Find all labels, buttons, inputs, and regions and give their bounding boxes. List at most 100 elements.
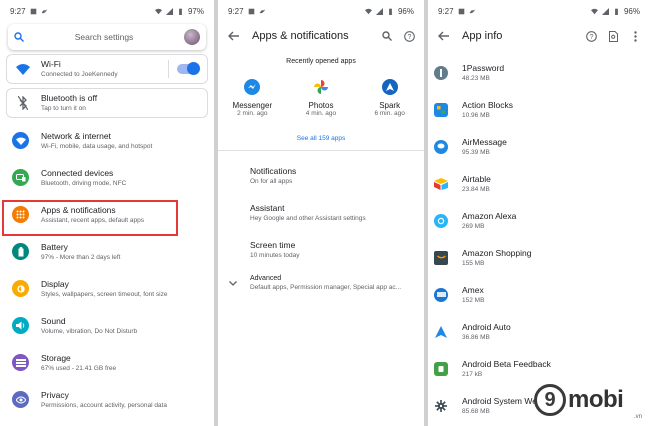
help-icon[interactable]: ?	[584, 29, 598, 43]
recent-app-messenger[interactable]: Messenger 2 min. ago	[222, 79, 282, 117]
alexa-icon	[434, 213, 448, 228]
avatar[interactable]	[184, 29, 200, 45]
1password-icon	[434, 65, 448, 80]
amex-icon	[434, 287, 448, 302]
recent-app-name: Spark	[379, 101, 401, 110]
wifi-toggle[interactable]	[177, 62, 200, 75]
app-size: 36.86 MB	[462, 333, 490, 341]
twitter-icon	[469, 8, 475, 13]
search-bar[interactable]: Search settings	[8, 24, 206, 50]
wifi-subtitle: Connected to JoeKennedy	[41, 71, 118, 78]
settings-item-storage[interactable]: Storage 67% used - 21.41 GB free	[0, 344, 214, 381]
bluetooth-off-icon	[15, 95, 31, 111]
android-auto-icon	[434, 325, 448, 339]
assistant-row[interactable]: Assistant Hey Google and other Assistant…	[218, 194, 424, 231]
privacy-icon	[12, 391, 29, 408]
bluetooth-card[interactable]: Bluetooth is off Tap to turn it on	[6, 88, 208, 118]
status-time: 9:27	[438, 6, 454, 16]
wifi-status-icon	[154, 8, 162, 14]
app-bar: App info ?	[428, 22, 650, 50]
item-subtitle: 97% - More than 2 days left	[41, 253, 121, 261]
back-arrow-icon[interactable]	[436, 29, 450, 43]
settings-item-privacy[interactable]: Privacy Permissions, account activity, pe…	[0, 381, 214, 418]
app-name: Airtable	[462, 173, 491, 184]
settings-item-sound[interactable]: Sound Volume, vibration, Do Not Disturb	[0, 307, 214, 344]
battery-percent: 97%	[187, 6, 204, 16]
notification-icon	[248, 8, 254, 14]
app-list: 1Password 48.23 MB Action Blocks 10.96 MB …	[428, 54, 650, 424]
app-row-airtable[interactable]: Airtable 23.84 MB	[428, 165, 650, 202]
battery-status-icon	[615, 8, 618, 15]
wifi-title: Wi-Fi	[41, 59, 61, 69]
screen-time-row[interactable]: Screen time 10 minutes today	[218, 231, 424, 268]
app-row-android-auto[interactable]: Android Auto 36.86 MB	[428, 313, 650, 350]
settings-item-connected-devices[interactable]: Connected devices Bluetooth, driving mode…	[0, 159, 214, 196]
app-name: Amazon Shopping	[462, 247, 532, 258]
watermark-digit: 9	[534, 384, 566, 416]
advanced-row[interactable]: Advanced Default apps, Permission manage…	[218, 268, 424, 298]
row-title: Advanced	[250, 275, 282, 282]
wifi-status-icon	[590, 8, 598, 14]
airmessage-icon	[434, 139, 448, 154]
app-row-1password[interactable]: 1Password 48.23 MB	[428, 54, 650, 91]
recent-app-name: Photos	[308, 101, 334, 110]
app-name: AirMessage	[462, 136, 507, 147]
photos-icon	[313, 79, 329, 95]
storage-icon	[12, 354, 29, 371]
settings-item-display[interactable]: Display Styles, wallpapers, screen timeou…	[0, 270, 214, 307]
devices-icon	[12, 169, 29, 186]
item-title: Sound	[41, 315, 66, 326]
help-icon[interactable]: ?	[402, 29, 416, 43]
row-title: Assistant	[250, 202, 285, 213]
twitter-icon	[41, 8, 47, 13]
item-title: Privacy	[41, 389, 69, 400]
app-size: 155 MB	[462, 259, 485, 267]
row-subtitle: On for all apps	[250, 177, 293, 185]
volume-icon	[12, 317, 29, 334]
notifications-row[interactable]: Notifications On for all apps	[218, 157, 424, 194]
recent-app-spark[interactable]: Spark 6 min. ago	[360, 79, 420, 117]
settings-item-network[interactable]: Network & internet Wi-Fi, mobile, data us…	[0, 122, 214, 159]
app-size: 48.23 MB	[462, 74, 490, 82]
app-size: 95.39 MB	[462, 148, 490, 156]
item-subtitle: Bluetooth, driving mode, NFC	[41, 179, 127, 187]
app-name: Amazon Alexa	[462, 210, 517, 221]
see-all-apps-link[interactable]: See all 159 apps	[218, 135, 424, 151]
notification-icon	[458, 8, 464, 14]
item-title: Display	[41, 278, 69, 289]
app-row-amazon-shopping[interactable]: Amazon Shopping 155 MB	[428, 239, 650, 276]
app-size: 152 MB	[462, 296, 485, 304]
settings-item-battery[interactable]: Battery 97% - More than 2 days left	[0, 233, 214, 270]
recent-app-photos[interactable]: Photos 4 min. ago	[291, 79, 351, 117]
item-title: Storage	[41, 352, 71, 363]
item-subtitle: Wi-Fi, mobile, data usage, and hotspot	[41, 142, 153, 150]
app-row-airmessage[interactable]: AirMessage 95.39 MB	[428, 128, 650, 165]
battery-icon	[12, 243, 29, 260]
back-arrow-icon[interactable]	[226, 29, 240, 43]
more-vert-icon[interactable]	[628, 29, 642, 43]
settings-screen: 9:27 97% Search settings Wi-Fi Connected…	[0, 0, 214, 426]
file-search-icon[interactable]	[606, 29, 620, 43]
app-row-amex[interactable]: Amex 152 MB	[428, 276, 650, 313]
amazon-shopping-icon	[434, 250, 448, 265]
row-title: Screen time	[250, 239, 296, 250]
battery-status-icon	[179, 8, 182, 15]
battery-percent: 96%	[397, 6, 414, 16]
item-title: Battery	[41, 241, 68, 252]
svg-text:?: ?	[589, 34, 593, 41]
wifi-icon	[12, 132, 29, 149]
app-name: Android Auto	[462, 321, 511, 332]
app-row-amazon-alexa[interactable]: Amazon Alexa 269 MB	[428, 202, 650, 239]
app-size: 269 MB	[462, 222, 485, 230]
status-bar: 9:27 96%	[428, 0, 650, 22]
bluetooth-subtitle: Tap to turn it on	[41, 105, 86, 112]
search-icon[interactable]	[380, 29, 394, 43]
wifi-card[interactable]: Wi-Fi Connected to JoeKennedy	[6, 54, 208, 84]
search-placeholder: Search settings	[74, 32, 134, 42]
chevron-down-icon	[224, 279, 242, 288]
app-row-action-blocks[interactable]: Action Blocks 10.96 MB	[428, 91, 650, 128]
recent-app-name: Messenger	[232, 101, 273, 110]
item-subtitle: Volume, vibration, Do Not Disturb	[41, 327, 138, 335]
app-bar: Apps & notifications ?	[218, 22, 424, 50]
webview-icon	[434, 399, 448, 413]
